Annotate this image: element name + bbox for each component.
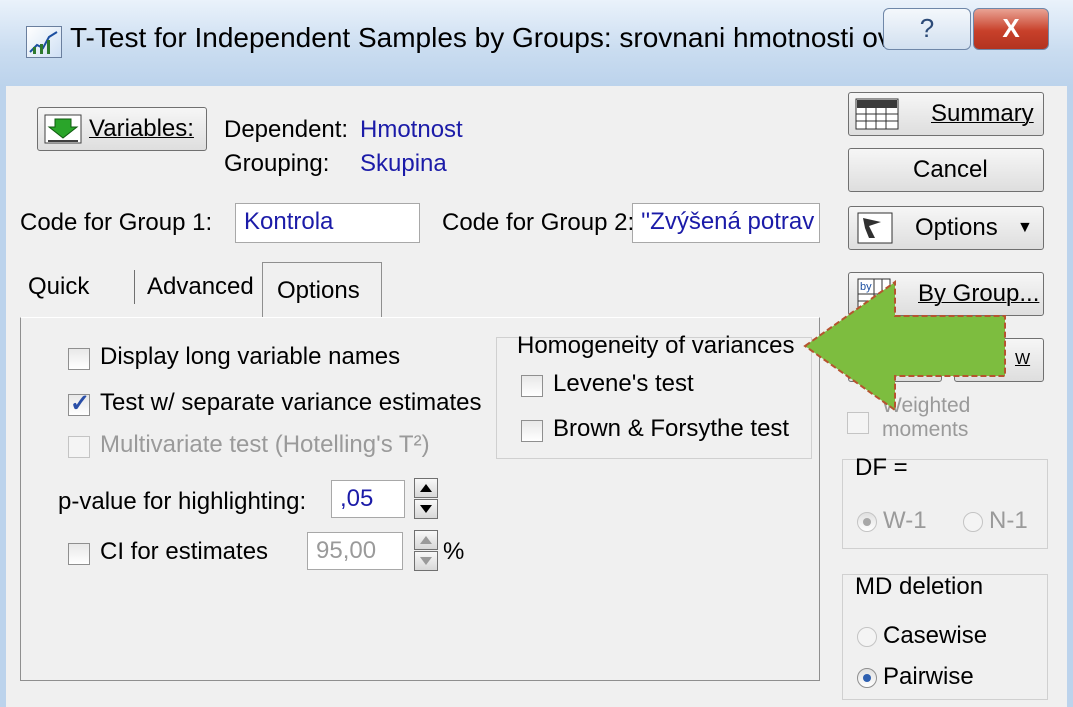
- md-casewise-label: Casewise: [883, 622, 988, 649]
- df-group: DF = W-1 N-1: [842, 454, 1048, 549]
- annotation-arrow-icon: [803, 280, 1006, 412]
- weight-button-label: W: [1015, 351, 1031, 368]
- df-title: DF =: [855, 454, 908, 481]
- tab-quick[interactable]: Quick: [28, 273, 89, 301]
- df-w1-radio[interactable]: [857, 512, 877, 532]
- levene-checkbox[interactable]: [521, 375, 543, 397]
- md-deletion-group: MD deletion Casewise Pairwise: [842, 573, 1048, 700]
- options-button-label: Options: [915, 214, 998, 241]
- ci-checkbox[interactable]: [68, 543, 90, 565]
- brown-forsythe-checkbox[interactable]: [521, 420, 543, 442]
- tab-divider: [134, 270, 135, 304]
- close-button[interactable]: X: [973, 8, 1049, 50]
- app-chart-icon: [26, 26, 62, 58]
- display-long-names-label: Display long variable names: [100, 343, 401, 370]
- chevron-down-icon: ▼: [1017, 219, 1033, 236]
- summary-table-icon: [855, 98, 899, 130]
- brown-forsythe-label: Brown & Forsythe test: [553, 415, 790, 442]
- ci-spinner[interactable]: [414, 530, 438, 572]
- multivariate-label: Multivariate test (Hotelling's T²): [100, 431, 430, 458]
- cancel-button[interactable]: Cancel: [848, 148, 1044, 192]
- group2-code-label: Code for Group 2:: [442, 209, 635, 236]
- group1-code-label: Code for Group 1:: [20, 209, 213, 236]
- variables-button-label: Variables:: [89, 115, 194, 142]
- grouping-label: Grouping:: [224, 150, 330, 177]
- summary-button[interactable]: Summary: [848, 92, 1044, 136]
- ci-percent-unit: %: [443, 538, 465, 565]
- spin-down-arrow-icon[interactable]: [414, 551, 438, 571]
- spin-up-arrow-icon[interactable]: [414, 530, 438, 550]
- dependent-label: Dependent:: [224, 116, 349, 143]
- md-deletion-title: MD deletion: [855, 573, 984, 600]
- p-value-field[interactable]: ,05: [331, 480, 405, 518]
- md-casewise-radio[interactable]: [857, 627, 877, 647]
- group1-code-field[interactable]: Kontrola: [235, 203, 420, 243]
- cancel-button-label: Cancel: [913, 156, 988, 183]
- options-icon: [857, 212, 893, 244]
- md-pairwise-label: Pairwise: [883, 663, 974, 690]
- p-value-label: p-value for highlighting:: [58, 488, 307, 515]
- ci-label: CI for estimates: [100, 538, 269, 565]
- tab-advanced[interactable]: Advanced: [147, 273, 254, 301]
- multivariate-checkbox[interactable]: [68, 436, 90, 458]
- tab-options-frame[interactable]: Options: [262, 262, 382, 318]
- weighted-label-line2: moments: [882, 418, 969, 441]
- window-title: T-Test for Independent Samples by Groups…: [70, 22, 912, 53]
- homogeneity-group: Homogeneity of variances Levene's test B…: [496, 332, 812, 459]
- display-long-names-checkbox[interactable]: [68, 348, 90, 370]
- options-tab-panel: Display long variable names ✓ Test w/ se…: [20, 317, 820, 681]
- md-pairwise-radio[interactable]: [857, 668, 877, 688]
- help-icon: ?: [919, 13, 935, 43]
- title-bar[interactable]: T-Test for Independent Samples by Groups…: [0, 0, 1073, 87]
- group2-code-field[interactable]: ''Zvýšená potrav: [632, 203, 820, 243]
- tab-options[interactable]: Options: [277, 277, 360, 305]
- df-n1-radio[interactable]: [963, 512, 983, 532]
- summary-button-label: Summary: [931, 100, 1034, 127]
- spin-up-arrow-icon[interactable]: [414, 478, 438, 498]
- homogeneity-title: Homogeneity of variances: [517, 332, 795, 359]
- df-n1-label: N-1: [989, 507, 1028, 534]
- p-value-spinner[interactable]: [414, 478, 438, 520]
- df-w1-label: W-1: [883, 507, 927, 534]
- variables-icon: [44, 114, 82, 144]
- check-mark-icon: ✓: [70, 390, 91, 417]
- grouping-value[interactable]: Skupina: [360, 150, 447, 178]
- dialog-window: T-Test for Independent Samples by Groups…: [0, 0, 1073, 707]
- close-icon: X: [1002, 13, 1020, 43]
- spin-down-arrow-icon[interactable]: [414, 499, 438, 519]
- levene-label: Levene's test: [553, 370, 694, 397]
- separate-variance-label: Test w/ separate variance estimates: [100, 389, 482, 416]
- help-button[interactable]: ?: [883, 8, 971, 50]
- variables-button[interactable]: Variables:: [37, 107, 207, 151]
- ci-field[interactable]: 95,00: [307, 532, 403, 570]
- dependent-value[interactable]: Hmotnost: [360, 116, 463, 144]
- separate-variance-checkbox[interactable]: ✓: [68, 390, 90, 417]
- options-menu-button[interactable]: Options ▼: [848, 206, 1044, 250]
